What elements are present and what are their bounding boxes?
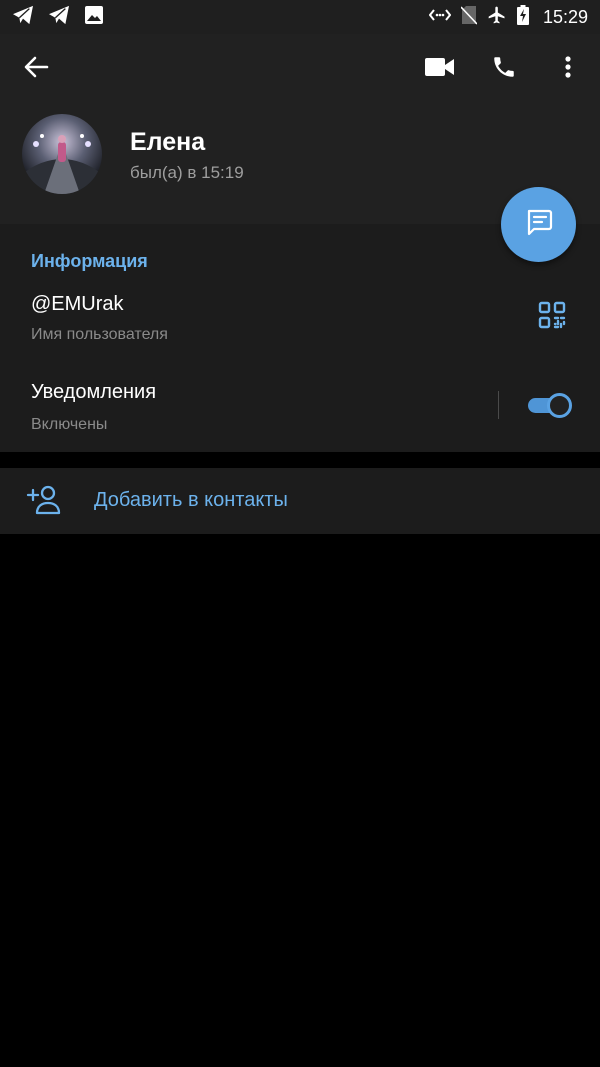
phone-icon: [491, 54, 517, 85]
no-sim-icon: [460, 5, 478, 30]
battery-charging-icon: [516, 4, 529, 30]
back-button[interactable]: [12, 45, 60, 93]
username-value[interactable]: @EMUrak: [31, 293, 124, 316]
avatar[interactable]: [22, 114, 102, 194]
notifications-toggle[interactable]: [526, 393, 572, 418]
status-bar: 15:29: [0, 0, 600, 34]
arrow-left-icon: [23, 55, 49, 84]
app-bar: [0, 34, 600, 106]
profile-name: Елена: [130, 128, 206, 156]
toggle-thumb: [547, 393, 572, 418]
more-vert-icon: [564, 55, 572, 84]
message-icon: [524, 207, 554, 242]
notifications-status: Включены: [31, 416, 108, 433]
video-call-button[interactable]: [416, 45, 464, 93]
status-time: 15:29: [542, 6, 588, 27]
last-seen-status: был(а) в 15:19: [130, 163, 244, 182]
section-title: Информация: [31, 251, 148, 271]
info-section: Информация @EMUrak Имя пользователя Увед…: [0, 224, 600, 452]
add-contact-row[interactable]: Добавить в контакты: [0, 468, 600, 534]
add-contact-label: Добавить в контакты: [94, 489, 288, 511]
phone-call-button[interactable]: [480, 45, 528, 93]
airplane-icon: [487, 5, 507, 30]
divider: [498, 391, 499, 419]
telegram-icon: [12, 5, 34, 30]
more-options-button[interactable]: [544, 45, 592, 93]
video-call-icon: [425, 57, 455, 82]
image-icon: [84, 5, 104, 30]
username-label: Имя пользователя: [31, 326, 168, 343]
notifications-title[interactable]: Уведомления: [31, 381, 156, 404]
qr-code-icon: [538, 301, 566, 334]
data-saver-icon: [428, 8, 452, 27]
qr-code-button[interactable]: [530, 295, 574, 339]
add-user-icon: [26, 484, 62, 518]
telegram-icon: [48, 5, 70, 30]
send-message-button[interactable]: [501, 187, 576, 262]
